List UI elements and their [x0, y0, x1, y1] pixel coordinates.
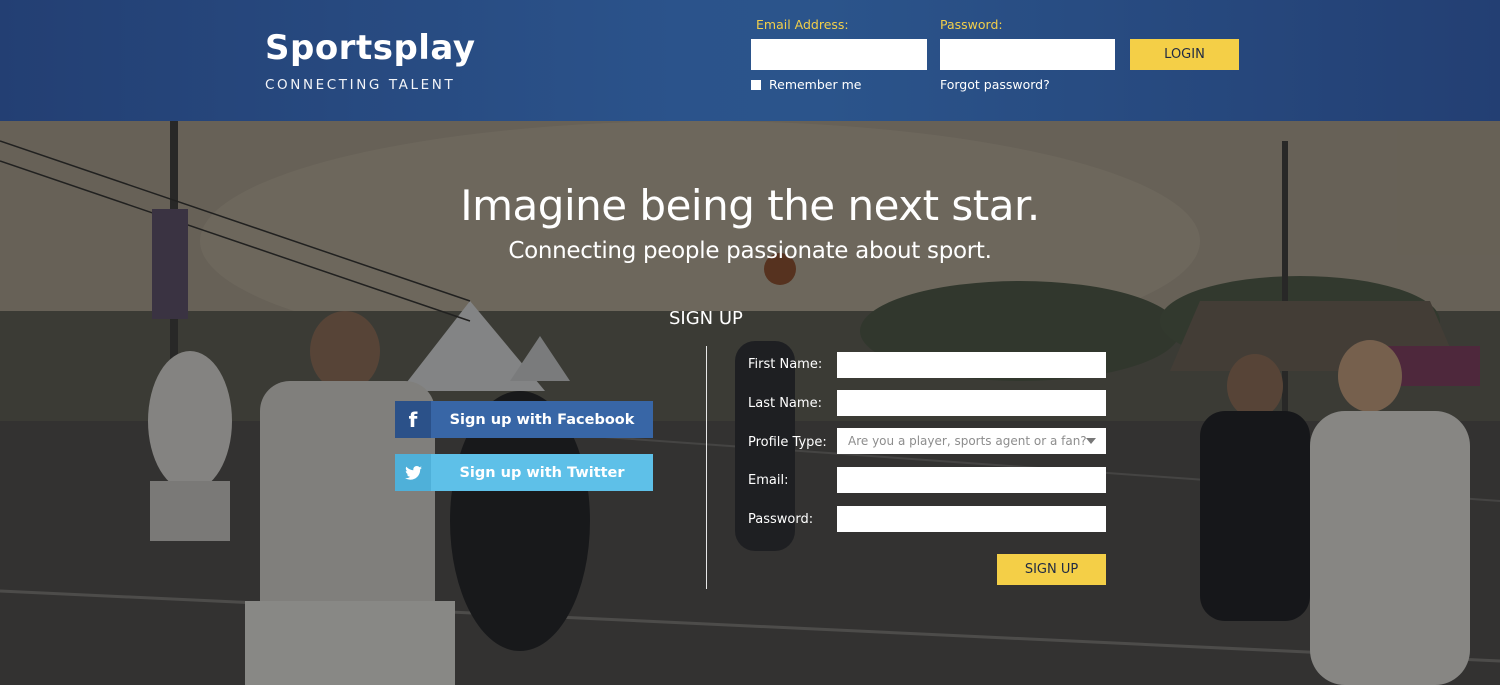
- brand-logo-text[interactable]: Sportsplay: [265, 28, 476, 68]
- forgot-password-link[interactable]: Forgot password?: [940, 77, 1050, 92]
- twitter-icon: [395, 454, 431, 491]
- signup-submit-button[interactable]: SIGN UP: [997, 554, 1106, 585]
- first-name-input[interactable]: [837, 352, 1106, 378]
- login-password-label: Password:: [940, 17, 1003, 32]
- signup-title: SIGN UP: [669, 308, 743, 329]
- signup-email-input[interactable]: [837, 467, 1106, 493]
- login-email-input[interactable]: [751, 39, 927, 70]
- signup-password-input[interactable]: [837, 506, 1106, 532]
- email-label: Email:: [748, 473, 789, 488]
- signup-twitter-button[interactable]: Sign up with Twitter: [395, 454, 653, 491]
- top-header: Sportsplay CONNECTING TALENT Email Addre…: [0, 0, 1500, 121]
- hero-section: Imagine being the next star. Connecting …: [0, 121, 1500, 685]
- brand-tagline: CONNECTING TALENT: [265, 77, 456, 93]
- last-name-input[interactable]: [837, 390, 1106, 416]
- hero-subheadline: Connecting people passionate about sport…: [508, 238, 992, 264]
- signup-twitter-label: Sign up with Twitter: [431, 454, 653, 491]
- last-name-label: Last Name:: [748, 396, 822, 411]
- signup-facebook-button[interactable]: f Sign up with Facebook: [395, 401, 653, 438]
- profile-type-placeholder: Are you a player, sports agent or a fan?: [848, 434, 1086, 448]
- first-name-label: First Name:: [748, 357, 823, 372]
- brand[interactable]: Sportsplay CONNECTING TALENT: [265, 28, 476, 93]
- remember-me[interactable]: Remember me: [751, 77, 861, 92]
- hero-headline: Imagine being the next star.: [460, 181, 1040, 230]
- remember-me-label: Remember me: [769, 77, 862, 92]
- chevron-down-icon: [1086, 438, 1096, 444]
- login-button[interactable]: LOGIN: [1130, 39, 1239, 70]
- remember-me-checkbox[interactable]: [751, 79, 761, 90]
- login-email-label: Email Address:: [756, 17, 849, 32]
- facebook-icon: f: [395, 401, 431, 438]
- password-label: Password:: [748, 512, 814, 527]
- login-password-input[interactable]: [940, 39, 1115, 70]
- signup-divider: [706, 346, 707, 589]
- profile-type-select[interactable]: Are you a player, sports agent or a fan?: [837, 428, 1106, 454]
- profile-type-label: Profile Type:: [748, 435, 827, 450]
- signup-facebook-label: Sign up with Facebook: [431, 401, 653, 438]
